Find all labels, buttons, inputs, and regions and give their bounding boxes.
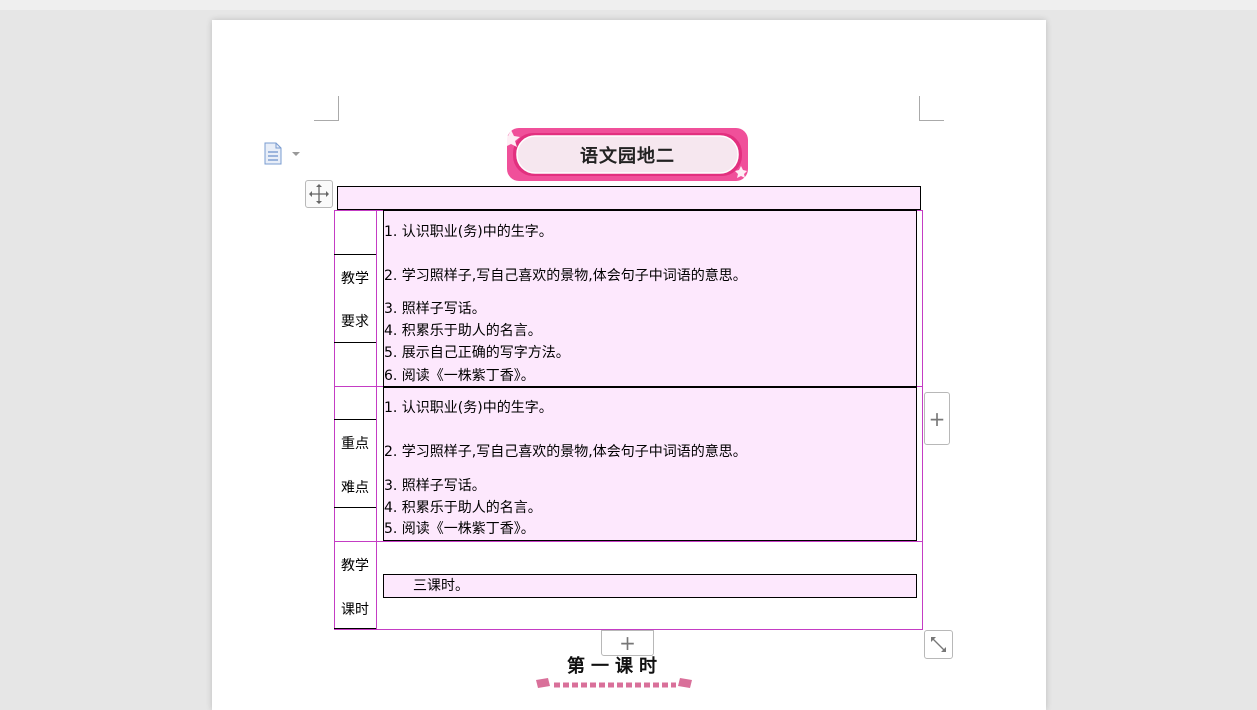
- requirement-item: 4. 积累乐于助人的名言。: [384, 323, 542, 339]
- row-divider-2: [334, 541, 923, 542]
- requirement-item: 5. 展示自己正确的写字方法。: [384, 345, 570, 361]
- row-label-teaching-req-1: 教学: [341, 271, 369, 287]
- row-label-key-points-2: 难点: [341, 480, 369, 496]
- requirement-item: 3. 照样子写话。: [384, 301, 486, 317]
- key-point-item: 2. 学习照样子,写自己喜欢的景物,体会句子中词语的意思。: [384, 444, 747, 460]
- lesson-heading-decoration: [536, 678, 692, 688]
- key-point-item: 1. 认识职业(务)中的生字。: [384, 400, 553, 416]
- crop-mark-left: [314, 96, 339, 121]
- document-title: 语文园地二: [580, 145, 675, 167]
- top-strip: [0, 0, 1257, 10]
- requirement-item: 6. 阅读《一株紫丁香》。: [384, 368, 535, 384]
- table-move-handle[interactable]: [305, 180, 333, 208]
- row-label-teaching-req-2: 要求: [341, 314, 369, 330]
- empty-heading-cell[interactable]: [337, 186, 921, 210]
- lesson-heading: 第一课时: [567, 656, 663, 677]
- table-resize-handle[interactable]: [924, 630, 953, 659]
- key-point-item: 5. 阅读《一株紫丁香》。: [384, 521, 535, 537]
- row-label-periods-2: 课时: [341, 602, 369, 618]
- column-divider: [376, 210, 377, 630]
- row-label-periods-1: 教学: [341, 558, 369, 574]
- requirement-item: 1. 认识职业(务)中的生字。: [384, 224, 553, 240]
- add-column-button[interactable]: +: [924, 392, 950, 445]
- key-point-item: 4. 积累乐于助人的名言。: [384, 500, 542, 516]
- move-arrows-icon: [309, 184, 329, 204]
- crop-mark-right: [919, 96, 944, 121]
- requirement-item: 2. 学习照样子,写自己喜欢的景物,体会句子中词语的意思。: [384, 268, 747, 284]
- row-label-key-points-1: 重点: [341, 436, 369, 452]
- key-point-item: 3. 照样子写话。: [384, 478, 486, 494]
- paste-options-icon[interactable]: [262, 140, 302, 166]
- periods-value: 三课时。: [413, 578, 469, 594]
- resize-arrows-icon: [931, 637, 946, 652]
